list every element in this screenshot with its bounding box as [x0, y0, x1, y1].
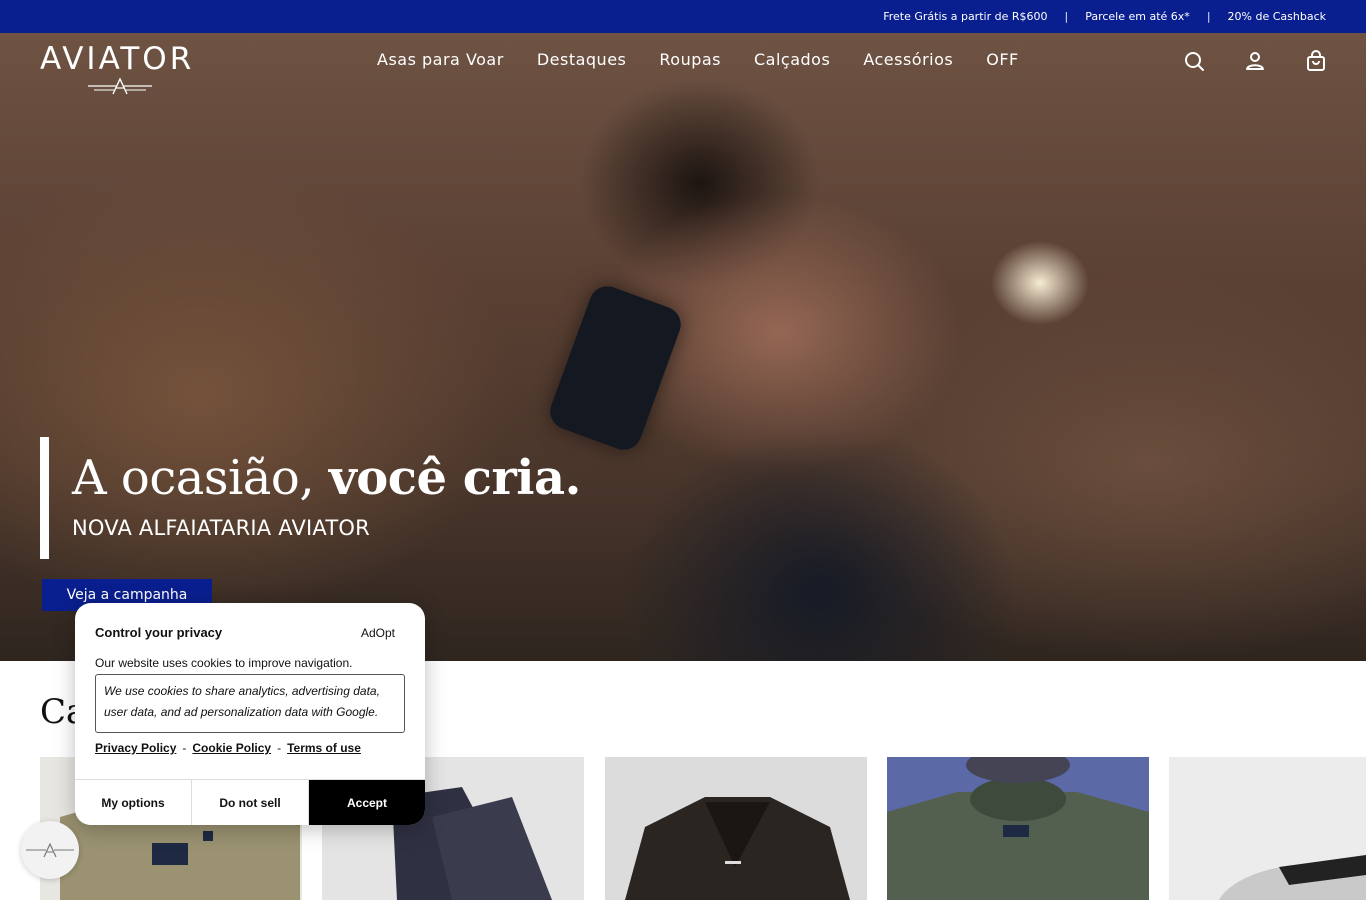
cookie-title: Control your privacy	[95, 625, 223, 640]
cookie-intro-text: Our website uses cookies to improve navi…	[95, 656, 353, 670]
cookie-buttons: My options Do not sell Accept	[75, 779, 425, 825]
cookie-consent-dialog: Control your privacy AdOpt Our website u…	[75, 603, 425, 825]
accept-button[interactable]: Accept	[308, 780, 425, 825]
cookie-settings-badge[interactable]	[21, 821, 79, 879]
shopping-bag-icon[interactable]	[1304, 49, 1328, 73]
promo-list: Frete Grátis a partir de R$600 | Parcele…	[883, 0, 1326, 33]
category-card-leather-jacket[interactable]	[605, 757, 867, 900]
nav-item-calcados[interactable]: Calçados	[754, 47, 830, 73]
hero-subtitle: NOVA ALFAIATARIA AVIATOR	[72, 516, 370, 540]
nav-item-roupas[interactable]: Roupas	[659, 47, 721, 73]
jacket-image	[625, 797, 850, 900]
logo-wordmark: AVIATOR	[40, 41, 195, 77]
nav-item-acessorios[interactable]: Acessórios	[863, 47, 953, 73]
promo-separator: |	[1206, 10, 1211, 23]
category-card-sneakers[interactable]	[1169, 757, 1366, 900]
user-icon[interactable]	[1243, 49, 1267, 73]
hero-title: A ocasião, você cria.	[72, 450, 581, 506]
site-logo[interactable]: AVIATOR	[40, 41, 195, 95]
do-not-sell-button[interactable]: Do not sell	[191, 780, 308, 825]
promo-cashback[interactable]: 20% de Cashback	[1228, 10, 1326, 23]
link-separator: -	[277, 741, 282, 755]
main-nav: Asas para Voar Destaques Roupas Calçados…	[377, 47, 1052, 73]
terms-of-use-link[interactable]: Terms of use	[287, 741, 361, 755]
hero-title-light: A ocasião,	[72, 450, 315, 506]
promo-free-shipping[interactable]: Frete Grátis a partir de R$600	[883, 10, 1047, 23]
sneaker-image	[1219, 855, 1366, 900]
aviator-wings-icon	[26, 842, 74, 858]
hero-accent-bar	[40, 437, 49, 559]
tshirt-image	[887, 757, 1149, 900]
cookie-links: Privacy Policy - Cookie Policy - Terms o…	[95, 741, 361, 755]
cookie-policy-link[interactable]: Cookie Policy	[192, 741, 271, 755]
nav-item-off[interactable]: OFF	[986, 47, 1019, 73]
logo-wings-icon	[88, 77, 152, 95]
hero-banner[interactable]	[0, 33, 1366, 661]
cookie-details-box: We use cookies to share analytics, adver…	[95, 674, 405, 733]
search-icon[interactable]	[1182, 49, 1206, 73]
hero-title-bold: você cria.	[328, 450, 581, 506]
nav-item-destaques[interactable]: Destaques	[537, 47, 627, 73]
privacy-policy-link[interactable]: Privacy Policy	[95, 741, 176, 755]
hero-phone-shape	[545, 281, 686, 455]
cookie-brand[interactable]: AdOpt	[361, 626, 395, 640]
top-promo-bar: Frete Grátis a partir de R$600 | Parcele…	[0, 0, 1366, 33]
promo-separator: |	[1064, 10, 1069, 23]
header-actions	[1182, 49, 1365, 73]
nav-item-asas-para-voar[interactable]: Asas para Voar	[377, 47, 504, 73]
category-card-tshirts[interactable]	[887, 757, 1149, 900]
link-separator: -	[182, 741, 187, 755]
promo-installments[interactable]: Parcele em até 6x*	[1085, 10, 1190, 23]
my-options-button[interactable]: My options	[75, 780, 191, 825]
